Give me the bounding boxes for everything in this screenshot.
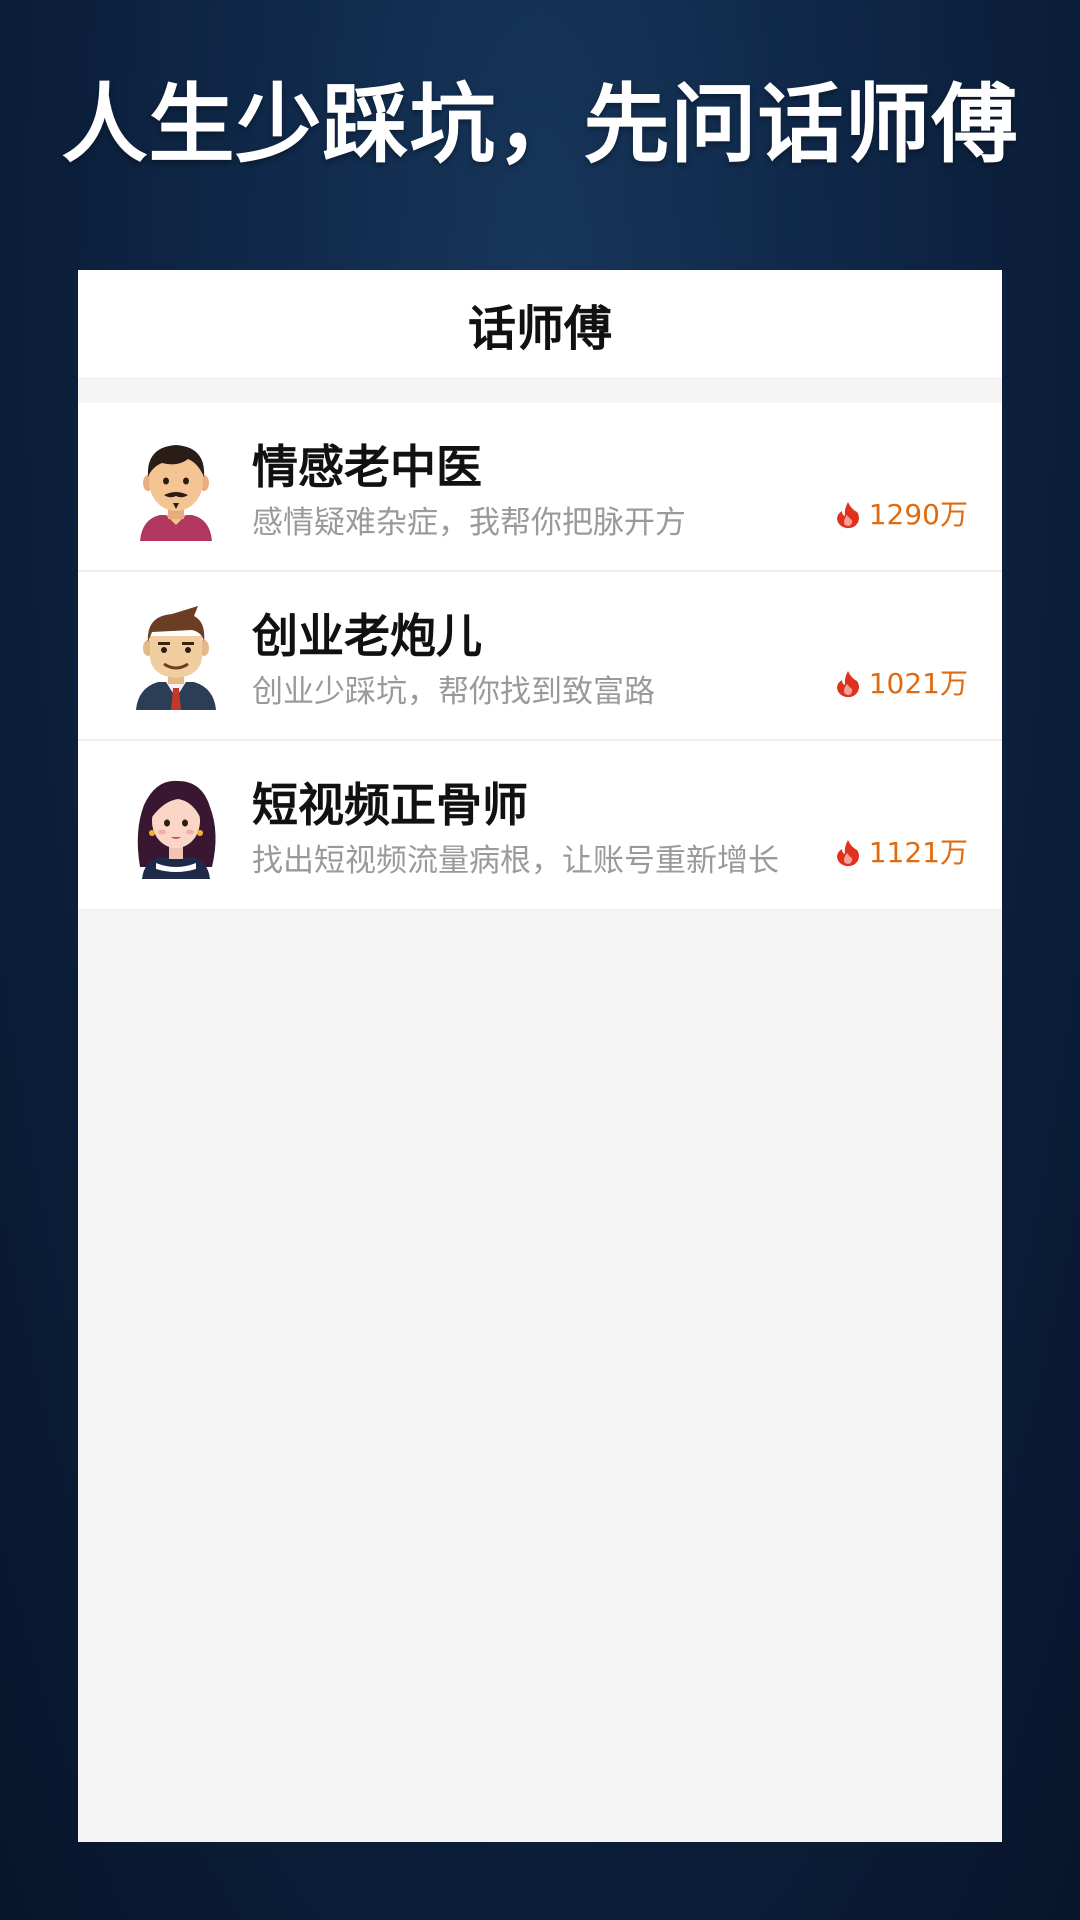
master-description: 感情疑难杂症，我帮你把脉开方: [252, 505, 686, 541]
heat-value: 1290万: [868, 498, 968, 531]
master-description: 创业少踩坑，帮你找到致富路: [252, 674, 655, 710]
heat-count: 1021万: [835, 664, 968, 704]
promo-headline: 人生少踩坑，先问话师傅: [61, 75, 1019, 175]
master-name: 情感老中医: [252, 440, 482, 494]
master-name: 创业老炮儿: [252, 609, 482, 663]
heat-count: 1290万: [835, 495, 968, 535]
woman-avatar-icon: [137, 780, 216, 879]
master-list: 情感老中医 感情疑难杂症，我帮你把脉开方 1290万 创业老炮儿 创业少踩坑，帮…: [78, 403, 1002, 910]
man-suit-avatar-icon: [136, 606, 216, 710]
heat-value: 1121万: [868, 836, 968, 869]
master-item-startup[interactable]: 创业老炮儿 创业少踩坑，帮你找到致富路 1021万: [78, 572, 1002, 741]
heat-count: 1121万: [835, 833, 968, 873]
fire-icon: [836, 840, 859, 867]
master-description: 找出短视频流量病根，让账号重新增长: [252, 843, 779, 879]
master-item-emotion[interactable]: 情感老中医 感情疑难杂症，我帮你把脉开方 1290万: [78, 403, 1002, 572]
man-mustache-avatar-icon: [140, 445, 212, 541]
nav-bar: 话师傅: [78, 270, 1002, 379]
fire-icon: [836, 671, 859, 698]
heat-value: 1021万: [868, 667, 968, 700]
master-item-shortvideo[interactable]: 短视频正骨师 找出短视频流量病根，让账号重新增长 1121万: [78, 741, 1002, 910]
fire-icon: [836, 502, 859, 529]
master-name: 短视频正骨师: [252, 778, 528, 832]
app-screen: 话师傅 情感老中医 感情疑难杂症，我帮你把脉开方 1290万 创业老炮儿 创业少…: [78, 270, 1002, 1842]
page-title: 话师傅: [467, 301, 612, 357]
